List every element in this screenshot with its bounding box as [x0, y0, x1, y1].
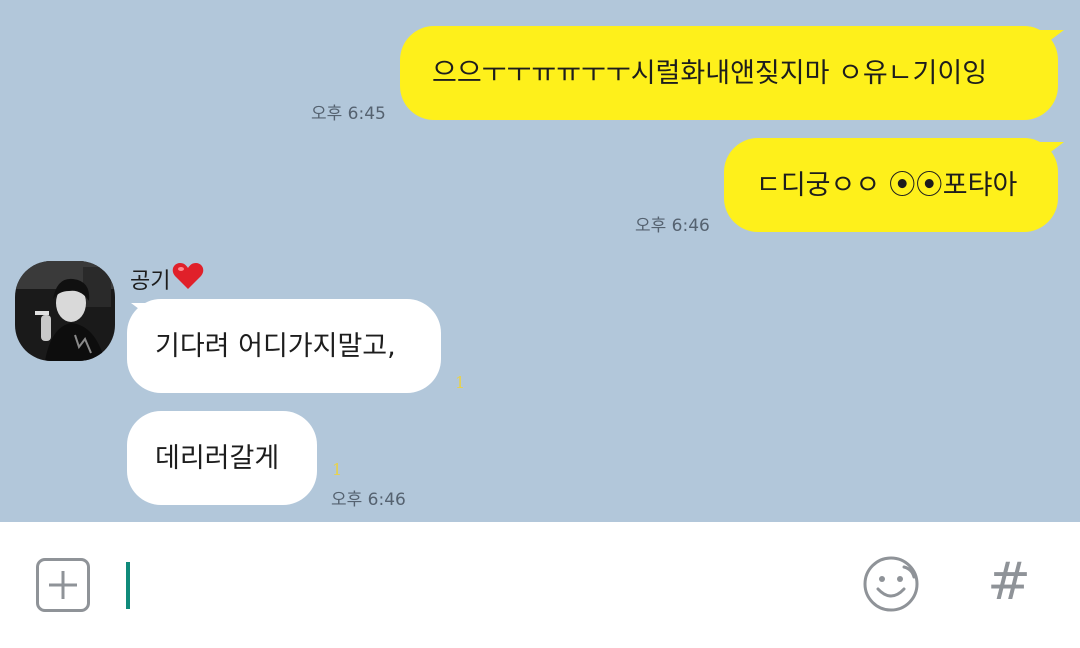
profile-photo — [15, 261, 115, 361]
outgoing-message[interactable]: ㄷ디궁ㅇㅇ ⦿⦿포탸아 — [724, 138, 1058, 232]
plus-box-icon[interactable] — [36, 558, 90, 612]
unread-count: 1 — [455, 373, 466, 392]
message-text: ㄷ디궁ㅇㅇ ⦿⦿포탸아 — [756, 169, 1018, 201]
message-time: 오후 6:46 — [635, 216, 710, 236]
avatar[interactable] — [15, 261, 115, 361]
incoming-message[interactable]: 기다려 어디가지말고, — [127, 299, 441, 393]
message-input-bar: # — [0, 522, 1080, 648]
bubble-tail — [1040, 30, 1064, 48]
hash-button[interactable]: # — [985, 552, 1033, 612]
message-time: 오후 6:46 — [331, 490, 406, 510]
sender-name-text: 공기 — [130, 269, 171, 294]
message-text: 기다려 어디가지말고, — [155, 330, 396, 362]
heart-icon — [172, 262, 204, 296]
sender-name: 공기 — [130, 262, 204, 296]
message-time: 오후 6:45 — [311, 104, 386, 124]
text-input-cursor[interactable] — [126, 562, 130, 609]
message-text: 으으ㅜㅜㅠㅠㅜㅜ시럴화내앤짖지마 ㅇ유ㄴ기이잉 — [432, 57, 988, 89]
bubble-tail — [131, 303, 155, 321]
smiley-icon[interactable] — [862, 555, 920, 613]
unread-count: 1 — [332, 460, 343, 479]
outgoing-message[interactable]: 으으ㅜㅜㅠㅠㅜㅜ시럴화내앤짖지마 ㅇ유ㄴ기이잉 — [400, 26, 1058, 120]
message-text: 데리러갈게 — [155, 442, 280, 474]
incoming-message[interactable]: 데리러갈게 — [127, 411, 317, 505]
chat-area[interactable]: 으으ㅜㅜㅠㅠㅜㅜ시럴화내앤짖지마 ㅇ유ㄴ기이잉 오후 6:45 ㄷ디궁ㅇㅇ ⦿⦿… — [0, 0, 1080, 522]
bubble-tail — [1040, 142, 1064, 160]
